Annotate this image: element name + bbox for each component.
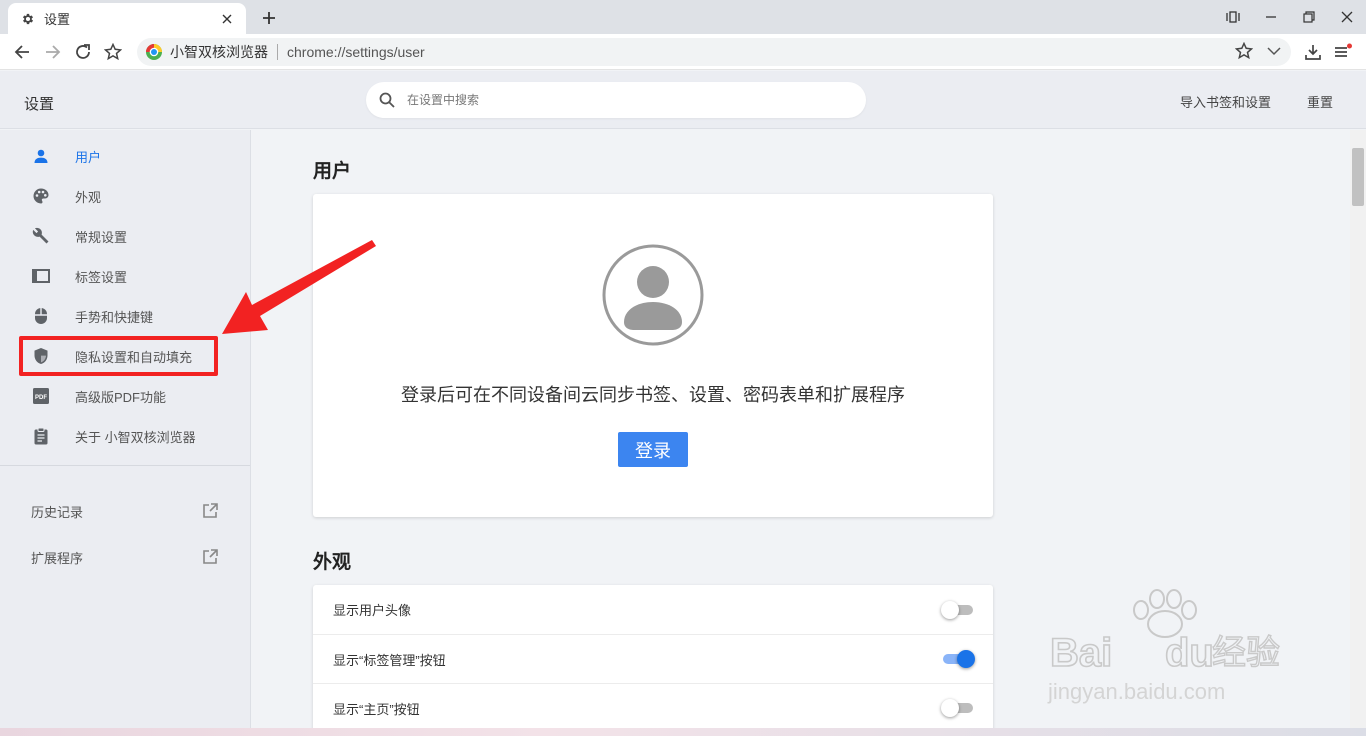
restore-icon[interactable] [1290, 0, 1328, 34]
toggle-switch[interactable] [941, 649, 975, 669]
bookmark-star-icon[interactable] [101, 40, 125, 64]
appearance-card: 显示用户头像 显示“标签管理”按钮 显示“主页”按钮 [313, 585, 993, 736]
sidebar-item-label: 用户 [75, 149, 102, 165]
menu-icon[interactable] [1331, 40, 1355, 64]
sidebar-item-privacy[interactable]: 隐私设置和自动填充 [0, 336, 250, 376]
tab-strip: 设置 [0, 0, 1366, 34]
sidebar-item-user[interactable]: 用户 [0, 136, 250, 176]
sidebar-item-label: 常规设置 [75, 229, 128, 245]
browser-logo-icon [146, 44, 162, 60]
back-icon[interactable] [10, 40, 34, 64]
avatar-icon [602, 244, 704, 346]
sidebar-item-label: 高级版PDF功能 [75, 389, 167, 405]
sidebar-item-tabs[interactable]: 标签设置 [0, 256, 250, 296]
sidebar-item-appearance[interactable]: 外观 [0, 176, 250, 216]
wrench-icon [32, 227, 50, 245]
signin-description: 登录后可在不同设备间云同步书签、设置、密码表单和扩展程序 [401, 385, 905, 405]
option-label: 显示“主页”按钮 [333, 701, 420, 717]
page-scrollbar[interactable] [1350, 130, 1366, 736]
settings-sidebar: 用户 外观 常规设置 标签设置 手势和快捷键 隐私设置和自动填充 PDF 高级版… [0, 130, 251, 736]
sidebar-item-pdf[interactable]: PDF 高级版PDF功能 [0, 376, 250, 416]
sidebar-item-label: 关于 小智双核浏览器 [75, 429, 196, 445]
forward-icon[interactable] [41, 40, 65, 64]
close-window-icon[interactable] [1328, 0, 1366, 34]
url-text[interactable]: chrome://settings/user [287, 44, 425, 60]
toggle-switch[interactable] [941, 698, 975, 718]
close-icon[interactable] [218, 10, 236, 28]
download-icon[interactable] [1301, 40, 1325, 64]
open-external-icon [203, 549, 218, 564]
sidebar-item-about[interactable]: 关于 小智双核浏览器 [0, 416, 250, 456]
scroll-thumb[interactable] [1352, 148, 1364, 206]
svg-text:PDF: PDF [35, 395, 47, 401]
option-row-tab-manager: 显示“标签管理”按钮 [313, 634, 993, 683]
tab-settings[interactable]: 设置 [8, 3, 246, 34]
search-input[interactable] [407, 93, 827, 107]
option-row-home-button: 显示“主页”按钮 [313, 683, 993, 732]
minimize-icon[interactable] [1252, 0, 1290, 34]
reset-link[interactable]: 重置 [1307, 92, 1333, 111]
person-icon [32, 147, 50, 165]
sidebar-link-extensions[interactable]: 扩展程序 [0, 537, 250, 577]
site-name: 小智双核浏览器 [170, 44, 268, 60]
browser-toolbar: 小智双核浏览器 chrome://settings/user [0, 34, 1366, 70]
taskbar-edge [0, 728, 1366, 736]
search-icon [379, 92, 395, 108]
import-bookmarks-link[interactable]: 导入书签和设置 [1180, 92, 1271, 111]
section-title-appearance: 外观 [313, 552, 352, 573]
clipboard-icon [32, 427, 50, 445]
address-bar[interactable]: 小智双核浏览器 chrome://settings/user [137, 38, 1291, 66]
chevron-down-icon[interactable] [1265, 42, 1283, 65]
open-external-icon [203, 503, 218, 518]
sidebar-divider [0, 465, 250, 466]
pdf-icon: PDF [32, 387, 50, 405]
sidebar-toggle-icon[interactable] [1214, 0, 1252, 34]
signin-button[interactable]: 登录 [618, 432, 688, 467]
sidebar-item-label: 手势和快捷键 [75, 309, 154, 325]
sidebar-link-history[interactable]: 历史记录 [0, 491, 250, 531]
star-icon[interactable] [1234, 41, 1254, 65]
sidebar-link-label: 历史记录 [31, 504, 84, 520]
sidebar-item-general[interactable]: 常规设置 [0, 216, 250, 256]
gear-icon [20, 11, 36, 27]
tab-title: 设置 [44, 12, 71, 27]
page-title: 设置 [24, 96, 55, 113]
sidebar-item-gestures[interactable]: 手势和快捷键 [0, 296, 250, 336]
sidebar-item-label: 外观 [75, 189, 102, 205]
user-card: 登录后可在不同设备间云同步书签、设置、密码表单和扩展程序 登录 [313, 194, 993, 517]
option-label: 显示“标签管理”按钮 [333, 652, 446, 668]
tab-icon [32, 267, 50, 285]
option-label: 显示用户头像 [333, 603, 412, 618]
section-title-user: 用户 [313, 161, 352, 182]
reload-icon[interactable] [71, 40, 95, 64]
settings-header: 设置 导入书签和设置 重置 [0, 71, 1366, 129]
settings-search[interactable] [366, 82, 866, 118]
sidebar-link-label: 扩展程序 [31, 550, 84, 566]
sidebar-item-label: 标签设置 [75, 269, 128, 285]
new-tab-button[interactable] [258, 7, 280, 29]
mouse-icon [32, 307, 50, 325]
toggle-switch[interactable] [941, 600, 975, 620]
option-row-show-avatar: 显示用户头像 [313, 585, 993, 634]
divider [277, 44, 278, 60]
sidebar-item-label: 隐私设置和自动填充 [75, 349, 193, 365]
shield-icon [32, 347, 50, 365]
settings-main: 用户 登录后可在不同设备间云同步书签、设置、密码表单和扩展程序 登录 外观 显示… [251, 130, 1350, 736]
palette-icon [32, 187, 50, 205]
